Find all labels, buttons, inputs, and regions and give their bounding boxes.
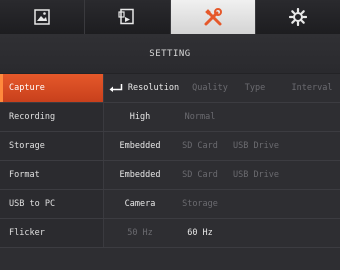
option-normal[interactable]: Normal <box>172 103 228 131</box>
row-label: Capture <box>0 74 104 102</box>
menu-row-format[interactable]: Format Embedded SD Card USB Drive <box>0 161 340 190</box>
option-60hz[interactable]: 60 Hz <box>172 219 228 247</box>
option-usb-drive[interactable]: USB Drive <box>228 132 284 160</box>
gear-icon <box>288 8 307 26</box>
menu-row-usb-to-pc[interactable]: USB to PC Camera Storage <box>0 190 340 219</box>
menu-row-capture[interactable]: Capture Resolution Quality Type Interval <box>0 74 340 103</box>
row-label: Storage <box>0 132 104 160</box>
option-storage[interactable]: Storage <box>172 190 228 218</box>
option-embedded[interactable]: Embedded <box>112 161 168 189</box>
footer-area <box>0 248 340 270</box>
menu-row-flicker[interactable]: Flicker 50 Hz 60 Hz <box>0 219 340 248</box>
settings-menu: Capture Resolution Quality Type Interval… <box>0 74 340 248</box>
option-usb-drive[interactable]: USB Drive <box>228 161 284 189</box>
option-resolution[interactable]: Resolution <box>106 74 182 102</box>
image-icon <box>34 9 50 25</box>
option-sd-card[interactable]: SD Card <box>172 132 228 160</box>
option-camera[interactable]: Camera <box>112 190 168 218</box>
row-label: USB to PC <box>0 190 104 218</box>
option-type[interactable]: Type <box>230 74 280 102</box>
tab-video-file[interactable] <box>85 0 171 34</box>
option-50hz[interactable]: 50 Hz <box>112 219 168 247</box>
tab-image[interactable] <box>0 0 86 34</box>
row-label: Flicker <box>0 219 104 247</box>
option-sd-card[interactable]: SD Card <box>172 161 228 189</box>
enter-icon <box>109 84 123 92</box>
page-title: SETTING <box>0 34 340 74</box>
tab-tools[interactable] <box>170 0 256 34</box>
video-file-icon <box>118 8 135 25</box>
option-interval[interactable]: Interval <box>284 74 340 102</box>
option-high[interactable]: High <box>112 103 168 131</box>
option-label: Resolution <box>127 83 180 93</box>
row-label: Recording <box>0 103 104 131</box>
menu-row-recording[interactable]: Recording High Normal <box>0 103 340 132</box>
tools-icon <box>204 8 222 26</box>
option-embedded[interactable]: Embedded <box>112 132 168 160</box>
tab-settings[interactable] <box>255 0 340 34</box>
top-tab-bar <box>0 0 340 34</box>
row-label: Format <box>0 161 104 189</box>
menu-row-storage[interactable]: Storage Embedded SD Card USB Drive <box>0 132 340 161</box>
